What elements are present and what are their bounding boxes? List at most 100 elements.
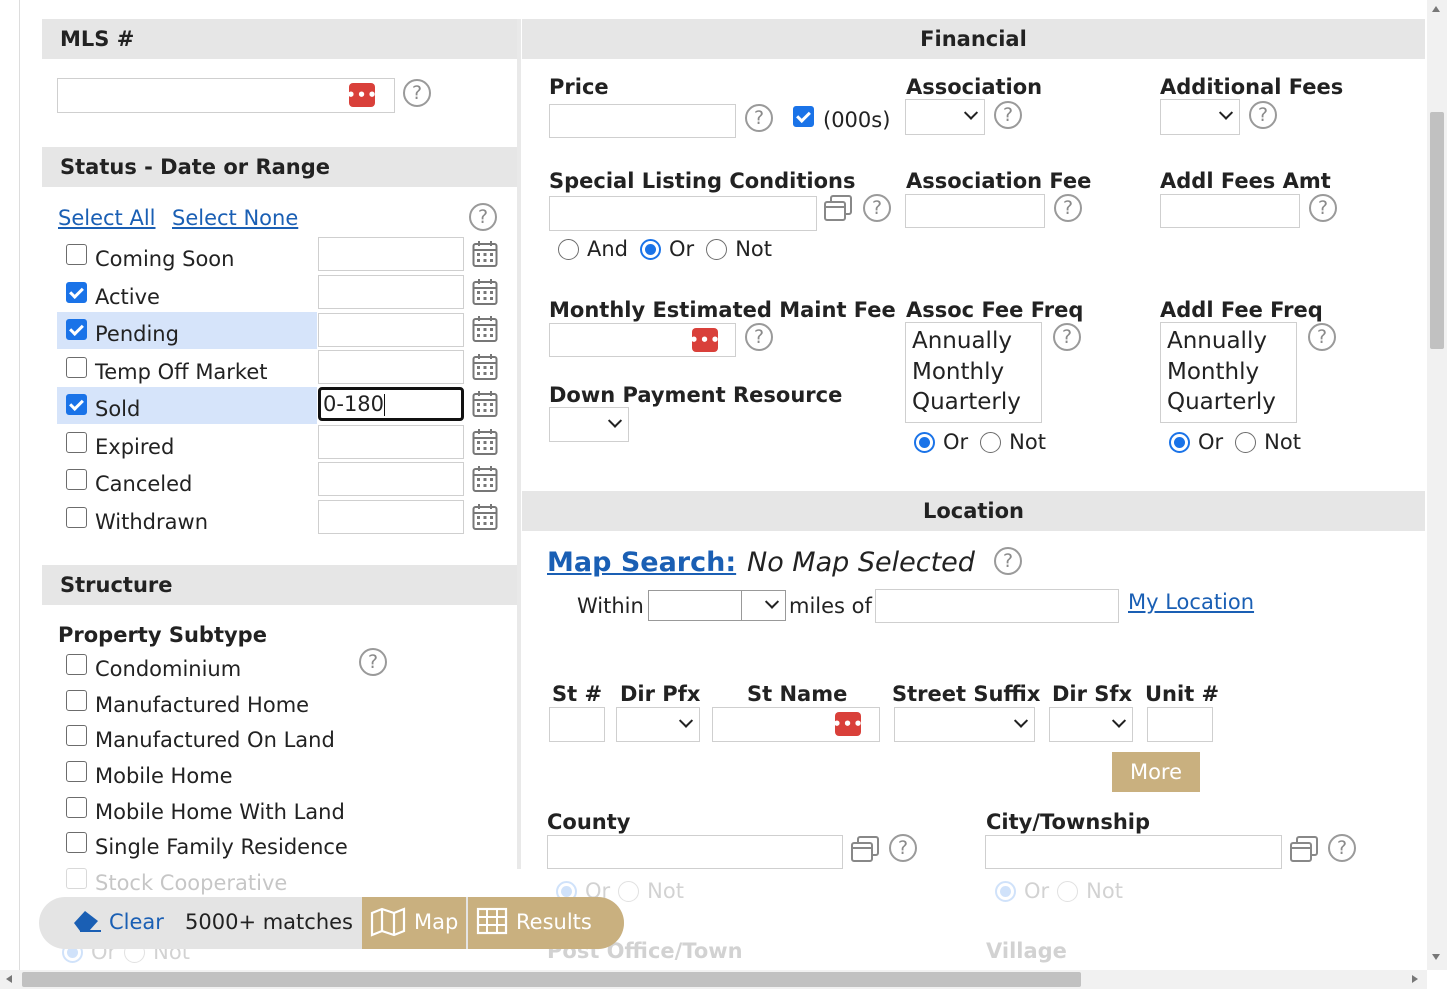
distance-unit-select[interactable] <box>741 590 786 621</box>
additional-fees-select[interactable] <box>1160 99 1240 135</box>
freq-option[interactable]: Annually <box>1167 326 1290 357</box>
multi-select-icon[interactable] <box>823 194 853 222</box>
city-input[interactable] <box>985 835 1282 869</box>
addl-fee-freq-listbox[interactable]: Annually Monthly Quarterly <box>1160 322 1297 423</box>
clear-button[interactable]: Clear <box>109 910 164 934</box>
my-location-link[interactable]: My Location <box>1128 590 1254 614</box>
calendar-icon[interactable] <box>472 278 498 306</box>
down-payment-select[interactable] <box>549 407 629 442</box>
assoc-fee-freq-help-icon[interactable]: ? <box>1053 323 1081 351</box>
multi-select-icon[interactable] <box>850 835 880 863</box>
calendar-icon[interactable] <box>472 353 498 381</box>
results-button[interactable]: Results <box>468 897 624 949</box>
lookup-icon[interactable]: ••• <box>832 712 863 736</box>
within-distance-input[interactable] <box>648 590 742 621</box>
association-help-icon[interactable]: ? <box>994 101 1022 129</box>
additional-fees-help-icon[interactable]: ? <box>1249 101 1277 129</box>
special-listing-input[interactable] <box>549 196 817 231</box>
sold-date-range-input[interactable]: 0-180 <box>318 387 464 421</box>
or-radio[interactable] <box>640 238 662 260</box>
addl-freq-or-radio[interactable] <box>1169 431 1190 453</box>
status-date-input[interactable] <box>318 275 464 309</box>
subtype-checkbox[interactable] <box>66 868 87 889</box>
subtype-checkbox[interactable] <box>66 654 87 675</box>
and-radio[interactable] <box>558 238 579 260</box>
scroll-down-arrow-icon[interactable] <box>1432 954 1440 960</box>
status-date-input[interactable] <box>318 313 464 347</box>
addl-freq-not-radio[interactable] <box>1235 431 1257 453</box>
unit-input[interactable] <box>1147 707 1213 742</box>
multi-select-icon[interactable] <box>1289 835 1319 863</box>
status-checkbox[interactable] <box>66 319 87 340</box>
vertical-scrollbar[interactable] <box>1427 0 1447 970</box>
monthly-maint-help-icon[interactable]: ? <box>745 323 773 351</box>
city-or-radio[interactable] <box>995 880 1016 902</box>
status-checkbox[interactable] <box>66 507 87 528</box>
location-address-input[interactable] <box>875 589 1119 623</box>
county-input[interactable] <box>547 835 843 869</box>
map-search-link[interactable]: Map Search: <box>547 547 736 578</box>
status-date-input[interactable] <box>318 350 464 384</box>
select-none-link[interactable]: Select None <box>172 206 298 230</box>
addl-fees-amt-help-icon[interactable]: ? <box>1309 194 1337 222</box>
addl-fee-freq-help-icon[interactable]: ? <box>1308 323 1336 351</box>
status-checkbox[interactable] <box>66 282 87 303</box>
assoc-fee-freq-listbox[interactable]: Annually Monthly Quarterly <box>905 322 1042 423</box>
calendar-icon[interactable] <box>472 390 498 418</box>
calendar-icon[interactable] <box>472 465 498 493</box>
status-date-input[interactable] <box>318 462 464 496</box>
lookup-icon[interactable]: ••• <box>689 328 720 352</box>
scroll-left-arrow-icon[interactable] <box>6 975 12 983</box>
assoc-freq-or-radio[interactable] <box>914 431 935 453</box>
freq-option[interactable]: Monthly <box>1167 357 1290 388</box>
select-all-link[interactable]: Select All <box>58 206 156 230</box>
horizontal-scrollbar[interactable] <box>0 970 1427 989</box>
county-help-icon[interactable]: ? <box>889 834 917 862</box>
calendar-icon[interactable] <box>472 315 498 343</box>
calendar-icon[interactable] <box>472 503 498 531</box>
city-not-radio[interactable] <box>1057 880 1079 902</box>
status-date-input[interactable] <box>318 237 464 271</box>
status-checkbox[interactable] <box>66 432 87 453</box>
more-button[interactable]: More <box>1112 752 1200 792</box>
freq-option[interactable]: Monthly <box>912 357 1035 388</box>
status-checkbox[interactable] <box>66 394 87 415</box>
association-fee-help-icon[interactable]: ? <box>1054 194 1082 222</box>
freq-option[interactable]: Quarterly <box>912 387 1035 418</box>
subtype-checkbox[interactable] <box>66 690 87 711</box>
thousands-checkbox[interactable] <box>793 106 814 127</box>
calendar-icon[interactable] <box>472 240 498 268</box>
subtype-checkbox[interactable] <box>66 761 87 782</box>
subtype-checkbox[interactable] <box>66 725 87 746</box>
map-button[interactable]: Map <box>362 897 466 949</box>
freq-option[interactable]: Annually <box>912 326 1035 357</box>
subtype-checkbox[interactable] <box>66 832 87 853</box>
assoc-freq-not-radio[interactable] <box>980 431 1002 453</box>
dir-pfx-select[interactable] <box>616 707 700 742</box>
association-select[interactable] <box>905 99 985 135</box>
special-listing-help-icon[interactable]: ? <box>863 194 891 222</box>
subtype-checkbox[interactable] <box>66 797 87 818</box>
not-radio[interactable] <box>706 238 728 260</box>
street-suffix-select[interactable] <box>894 707 1035 742</box>
vertical-scroll-thumb[interactable] <box>1430 112 1444 349</box>
dir-sfx-select[interactable] <box>1049 707 1133 742</box>
price-input[interactable] <box>549 104 736 138</box>
scroll-right-arrow-icon[interactable] <box>1412 975 1418 983</box>
price-help-icon[interactable]: ? <box>745 104 773 132</box>
horizontal-scroll-thumb[interactable] <box>22 972 1081 987</box>
lookup-icon[interactable]: ••• <box>346 83 377 107</box>
status-date-input[interactable] <box>318 425 464 459</box>
scroll-up-arrow-icon[interactable] <box>1432 6 1440 12</box>
map-search-help-icon[interactable]: ? <box>994 547 1022 575</box>
city-help-icon[interactable]: ? <box>1328 834 1356 862</box>
status-date-input[interactable] <box>318 500 464 534</box>
st-num-input[interactable] <box>549 707 605 742</box>
status-checkbox[interactable] <box>66 469 87 490</box>
mls-help-icon[interactable]: ? <box>403 79 431 107</box>
status-checkbox[interactable] <box>66 357 87 378</box>
status-checkbox[interactable] <box>66 244 87 265</box>
calendar-icon[interactable] <box>472 428 498 456</box>
status-help-icon[interactable]: ? <box>469 203 497 231</box>
freq-option[interactable]: Quarterly <box>1167 387 1290 418</box>
